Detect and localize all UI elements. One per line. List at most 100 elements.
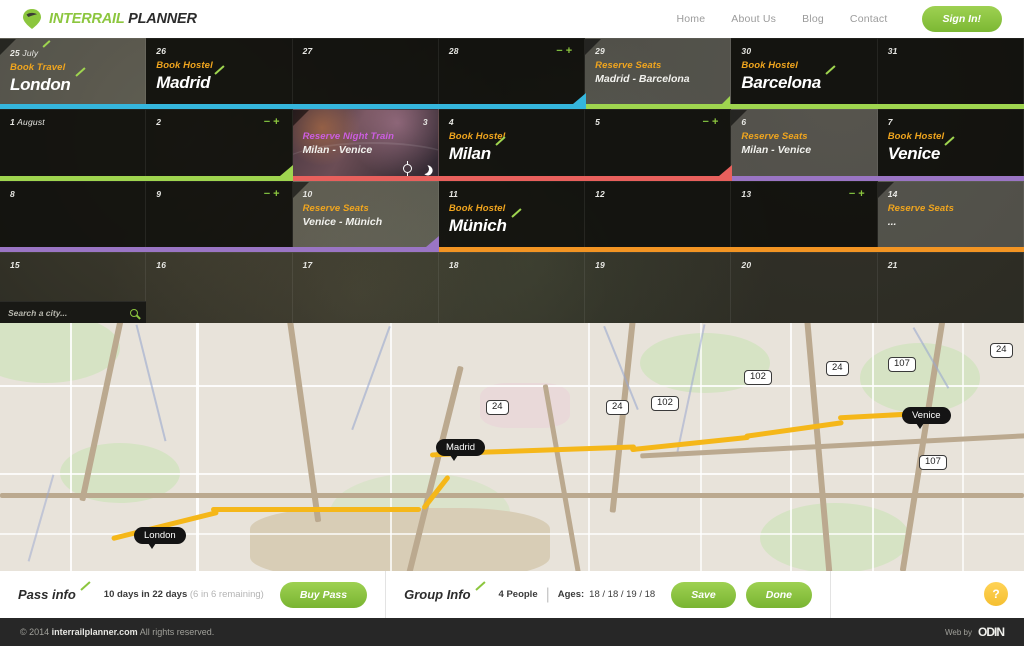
edit-pencil-icon[interactable] (945, 144, 956, 155)
map-pin-london[interactable]: London (134, 527, 186, 544)
logo-text: INTERRAIL PLANNER (49, 11, 197, 27)
day-task-label[interactable]: Reserve Seats (888, 203, 1013, 214)
nav-item-home[interactable]: Home (676, 13, 705, 25)
copyright-prefix: © 2014 (20, 627, 52, 637)
day-city-name[interactable]: Barcelona (741, 73, 866, 93)
route-map[interactable]: 24241021022410724107LondonMadridVenice (0, 323, 1024, 571)
edit-pencil-icon[interactable] (826, 73, 837, 84)
day-stepper[interactable]: −+ (264, 188, 283, 200)
stepper-minus-button[interactable]: − (556, 45, 565, 57)
credits: Web by ODIN (945, 625, 1004, 639)
calendar-day-28[interactable]: 28−+ (439, 38, 585, 109)
day-route-label: ... (888, 216, 1013, 228)
nav-item-contact[interactable]: Contact (850, 13, 888, 25)
calendar-day-2[interactable]: 2−+ (146, 109, 292, 180)
day-number: 3 (303, 117, 428, 127)
calendar-day-30[interactable]: 30Book HostelBarcelona (731, 38, 877, 109)
stepper-minus-button[interactable]: − (703, 116, 712, 128)
day-city-name[interactable]: Milan (449, 144, 574, 164)
day-stepper[interactable]: −+ (556, 45, 575, 57)
calendar-day-11[interactable]: 11Book HostelMünich (439, 181, 585, 252)
day-night-toggle[interactable] (403, 164, 429, 174)
logo[interactable]: INTERRAIL PLANNER (22, 8, 197, 30)
day-city-name[interactable]: Münich (449, 216, 574, 236)
edit-pencil-icon[interactable] (81, 589, 92, 600)
day-stepper[interactable]: −+ (264, 116, 283, 128)
calendar-day-19[interactable]: 19 (585, 252, 731, 323)
calendar-day-27[interactable]: 27 (293, 38, 439, 109)
buy-pass-button[interactable]: Buy Pass (280, 582, 367, 608)
day-task-label[interactable]: Book Hostel (741, 60, 866, 71)
stepper-plus-button[interactable]: + (566, 45, 575, 57)
day-task-label[interactable]: Reserve Night Train (303, 131, 428, 142)
day-stepper[interactable]: −+ (703, 116, 722, 128)
stepper-plus-button[interactable]: + (712, 116, 721, 128)
calendar-day-3[interactable]: 3Reserve Night TrainMilan - Venice (293, 109, 439, 180)
stepper-minus-button[interactable]: − (264, 116, 273, 128)
search-input[interactable] (8, 308, 126, 318)
day-city-name[interactable]: Venice (888, 144, 1013, 164)
day-city-name[interactable]: Madrid (156, 73, 281, 93)
calendar-day-17[interactable]: 17 (293, 252, 439, 323)
moon-icon[interactable] (418, 162, 431, 175)
day-city-name[interactable]: London (10, 75, 135, 95)
day-number: 18 (449, 260, 574, 270)
calendar-day-25[interactable]: 25 JulyBook TravelLondon (0, 38, 146, 109)
edit-pencil-icon[interactable] (215, 73, 226, 84)
calendar-day-12[interactable]: 12 (585, 181, 731, 252)
day-stepper[interactable]: −+ (849, 188, 868, 200)
day-task-label[interactable]: Book Hostel (449, 203, 574, 214)
day-task-label[interactable]: Book Hostel (449, 131, 574, 142)
calendar-day-8[interactable]: 8 (0, 181, 146, 252)
calendar-day-31[interactable]: 31 (878, 38, 1024, 109)
calendar-day-26[interactable]: 26Book HostelMadrid (146, 38, 292, 109)
sign-in-button[interactable]: Sign In! (922, 6, 1003, 32)
calendar-day-5[interactable]: 5−+ (585, 109, 731, 180)
map-pin-madrid[interactable]: Madrid (436, 439, 485, 456)
edit-pencil-icon[interactable] (76, 75, 87, 86)
city-search[interactable] (0, 301, 146, 323)
done-button[interactable]: Done (746, 582, 812, 608)
map-road (0, 473, 1024, 475)
day-task-label[interactable]: Reserve Seats (595, 60, 720, 71)
nav-item-blog[interactable]: Blog (802, 13, 824, 25)
calendar-day-21[interactable]: 21 (878, 252, 1024, 323)
calendar-day-10[interactable]: 10Reserve SeatsVenice - Münich (293, 181, 439, 252)
search-icon[interactable] (130, 309, 138, 317)
stepper-plus-button[interactable]: + (858, 188, 867, 200)
help-button[interactable]: ? (984, 582, 1008, 606)
copyright-site[interactable]: interrailplanner.com (52, 627, 138, 637)
calendar-day-20[interactable]: 20 (731, 252, 877, 323)
calendar-day-13[interactable]: 13−+ (731, 181, 877, 252)
calendar-day-14[interactable]: 14Reserve Seats... (878, 181, 1024, 252)
calendar-day-1[interactable]: 1 August (0, 109, 146, 180)
edit-pencil-icon[interactable] (512, 216, 523, 227)
calendar-day-9[interactable]: 9−+ (146, 181, 292, 252)
day-number: 29 (595, 46, 720, 56)
trip-leg-joint (426, 236, 439, 247)
calendar-day-29[interactable]: 29Reserve SeatsMadrid - Barcelona (585, 38, 731, 109)
nav-item-about-us[interactable]: About Us (731, 13, 776, 25)
day-number: 4 (449, 117, 574, 127)
calendar-day-7[interactable]: 7Book HostelVenice (878, 109, 1024, 180)
odin-logo[interactable]: ODIN (978, 625, 1004, 639)
sun-icon[interactable] (403, 164, 412, 173)
calendar-day-4[interactable]: 4 Book Hostel Milan (439, 109, 585, 180)
calendar-day-16[interactable]: 16 (146, 252, 292, 323)
save-button[interactable]: Save (671, 582, 736, 608)
day-task-label[interactable]: Reserve Seats (303, 203, 428, 214)
edit-pencil-icon[interactable] (43, 46, 51, 54)
day-task-label[interactable]: Book Travel (10, 62, 135, 73)
day-number: 12 (595, 189, 720, 199)
edit-pencil-icon[interactable] (476, 589, 487, 600)
calendar-day-6[interactable]: 6Reserve SeatsMilan - Venice (731, 109, 877, 180)
day-task-label[interactable]: Reserve Seats (741, 131, 866, 142)
map-road (0, 385, 1024, 387)
calendar-day-18[interactable]: 18 (439, 252, 585, 323)
edit-pencil-icon[interactable] (496, 144, 507, 155)
stepper-minus-button[interactable]: − (264, 188, 273, 200)
stepper-plus-button[interactable]: + (273, 116, 282, 128)
map-pin-venice[interactable]: Venice (902, 407, 951, 424)
stepper-plus-button[interactable]: + (273, 188, 282, 200)
stepper-minus-button[interactable]: − (849, 188, 858, 200)
